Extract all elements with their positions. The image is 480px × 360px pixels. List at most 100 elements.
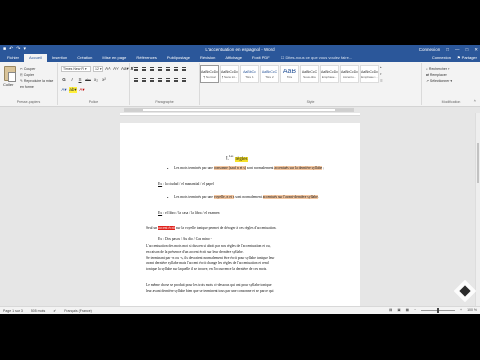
format-painter-button[interactable]: ✎ Reproduire la mise en forme: [20, 78, 57, 90]
share-button[interactable]: ⚑ Partager: [457, 54, 477, 62]
bullets-button[interactable]: [133, 66, 139, 72]
superscript-button[interactable]: x²: [101, 77, 107, 83]
italic-button[interactable]: I: [69, 77, 75, 83]
bullet1-highlight1: consonne (sauf n et s): [213, 166, 246, 170]
channel-logo-icon: [454, 280, 476, 302]
decrease-indent-button[interactable]: [157, 66, 163, 72]
ribbon-tabs: Fichier Accueil Insertion Création Mise …: [0, 54, 480, 62]
tab-fichier[interactable]: Fichier: [2, 54, 24, 62]
vertical-scrollbar[interactable]: [475, 113, 480, 306]
paste-icon[interactable]: [4, 66, 16, 82]
title-bar: ■ ↶ ↷ ▾ L'accentuation en espagnol - Wor…: [0, 45, 480, 54]
grow-font-button[interactable]: A˄: [105, 66, 111, 72]
paragraph-group-label: Paragraphe: [155, 100, 174, 104]
underline-button[interactable]: S: [77, 77, 83, 83]
bold-button[interactable]: G: [61, 77, 67, 83]
align-center-button[interactable]: [141, 77, 147, 83]
multilevel-list-button[interactable]: [149, 66, 155, 72]
zoom-slider[interactable]: [421, 308, 456, 313]
style-8[interactable]: AaBbCcDc Emphase i...: [360, 65, 379, 83]
ruler-bar[interactable]: [124, 108, 354, 112]
tab-foxit-pdf[interactable]: Foxit PDF: [247, 54, 275, 62]
style-6[interactable]: AaBbCcDc Emphase...: [320, 65, 339, 83]
show-marks-button[interactable]: [181, 66, 187, 72]
shrink-font-button[interactable]: A˅: [113, 66, 119, 72]
increase-indent-button[interactable]: [165, 66, 171, 72]
style-name: ¶ Sans int...: [221, 75, 238, 79]
proofing-icon[interactable]: ✔: [53, 309, 56, 313]
read-mode-icon[interactable]: ▤: [389, 307, 392, 314]
align-right-button[interactable]: [149, 77, 155, 83]
print-layout-icon[interactable]: ▣: [397, 307, 400, 314]
close-button[interactable]: ✕: [474, 46, 478, 53]
tab-publipostage[interactable]: Publipostage: [162, 54, 195, 62]
example-2: Ex : el libro / la casa / la libra / el …: [158, 211, 219, 217]
sign-in-link[interactable]: Connexion: [419, 46, 441, 53]
tab-creation[interactable]: Création: [72, 54, 97, 62]
zoom-in-button[interactable]: +: [460, 307, 462, 314]
subscript-button[interactable]: x₂: [93, 77, 99, 83]
line-spacing-button[interactable]: [165, 77, 171, 83]
example-3: Ex : Dos pasos / Au dio / Cas mino -: [158, 237, 212, 241]
bullet1-post: ;: [322, 166, 325, 170]
sort-button[interactable]: [173, 66, 179, 72]
scrollbar-thumb[interactable]: [477, 143, 479, 183]
bullet2-highlight2: accentués sur l'avant-dernière syllabe: [262, 195, 318, 199]
style-name: ¶ Normal: [203, 75, 216, 79]
document-page[interactable]: I.Les règles Les mots terminés par une c…: [120, 123, 360, 306]
tab-affichage[interactable]: Affichage: [220, 54, 247, 62]
tab-references[interactable]: Références: [131, 54, 161, 62]
style-7[interactable]: AaBbCcDc Accentu...: [340, 65, 359, 83]
font-size-select[interactable]: 12 ▾: [93, 66, 103, 72]
bullet2-post: .: [317, 195, 319, 199]
tell-me-search[interactable]: ☐ Dites-nous ce que vous voulez faire...: [275, 54, 352, 62]
styles-more-icon[interactable]: ▴ ▾ ☰: [380, 65, 385, 83]
style-name: Titre 1: [245, 75, 254, 79]
style-3[interactable]: AaBbCcC Titre 2: [260, 65, 279, 83]
borders-button[interactable]: [181, 77, 187, 83]
tab-insertion[interactable]: Insertion: [47, 54, 72, 62]
numbering-button[interactable]: [141, 66, 147, 72]
heading-word: règles: [234, 156, 249, 162]
zoom-out-button[interactable]: −: [414, 307, 416, 314]
select-button[interactable]: ↗ Sélectionner ▾: [426, 78, 452, 84]
clipboard-group-label: Presse-papiers: [16, 100, 41, 104]
font-color-button[interactable]: A▾: [79, 87, 85, 93]
word-count[interactable]: 505 mots: [31, 309, 45, 313]
style-2[interactable]: AaBbCc Titre 1: [240, 65, 259, 83]
paste-button-label[interactable]: Coller: [3, 82, 13, 87]
language-indicator[interactable]: Français (France): [64, 309, 92, 313]
bullet-item-consonne: Les mots terminés par une consonne (sauf…: [167, 166, 334, 172]
justify-button[interactable]: [157, 77, 163, 83]
change-case-button[interactable]: Aa▾: [121, 66, 129, 72]
style-4[interactable]: AaB Titre: [280, 65, 299, 83]
style-0[interactable]: AaBbCcDc ¶ Normal: [200, 65, 219, 83]
p3-line-2: leur avant dernière syllabe bien que se …: [146, 288, 274, 293]
minimize-button[interactable]: —: [455, 46, 460, 53]
highlight-button[interactable]: ab▾: [69, 87, 77, 93]
bullet1-pre: Les mots terminés par une: [174, 166, 214, 170]
collapse-ribbon-icon[interactable]: ˄: [474, 98, 476, 103]
styles-group: AaBbCcDc ¶ Normal AaBbCcDc ¶ Sans int... AaB…: [200, 63, 422, 105]
tab-revision[interactable]: Révision: [195, 54, 220, 62]
p2-line-5: tonique la syllabe sur laquelle il se tr…: [146, 267, 268, 272]
page-count[interactable]: Page 1 sur 3: [3, 309, 23, 313]
strikethrough-button[interactable]: abc: [85, 77, 91, 83]
previous-page-edge: [120, 113, 360, 116]
style-5[interactable]: AaBbCcC Sous-titre: [300, 65, 319, 83]
shading-button[interactable]: [173, 77, 179, 83]
text-effects-button[interactable]: A▾: [61, 87, 67, 93]
bullet2-pre: Les mots terminés par une: [174, 195, 214, 199]
zoom-level[interactable]: 100 %: [467, 307, 477, 314]
connexion-link[interactable]: Connexion: [432, 54, 451, 62]
font-family-select[interactable]: Times New R ▾: [61, 66, 91, 72]
style-1[interactable]: AaBbCcDc ¶ Sans int...: [220, 65, 239, 83]
maximize-button[interactable]: □: [466, 46, 469, 53]
style-name: Emphase...: [321, 75, 338, 79]
web-layout-icon[interactable]: ▦: [406, 307, 409, 314]
tab-accueil[interactable]: Accueil: [24, 54, 47, 62]
align-left-button[interactable]: [133, 77, 139, 83]
ribbon-display-options-icon[interactable]: □: [446, 46, 449, 53]
tab-right-area: Connexion ⚑ Partager: [432, 54, 477, 62]
tab-mise-en-page[interactable]: Mise en page: [97, 54, 131, 62]
